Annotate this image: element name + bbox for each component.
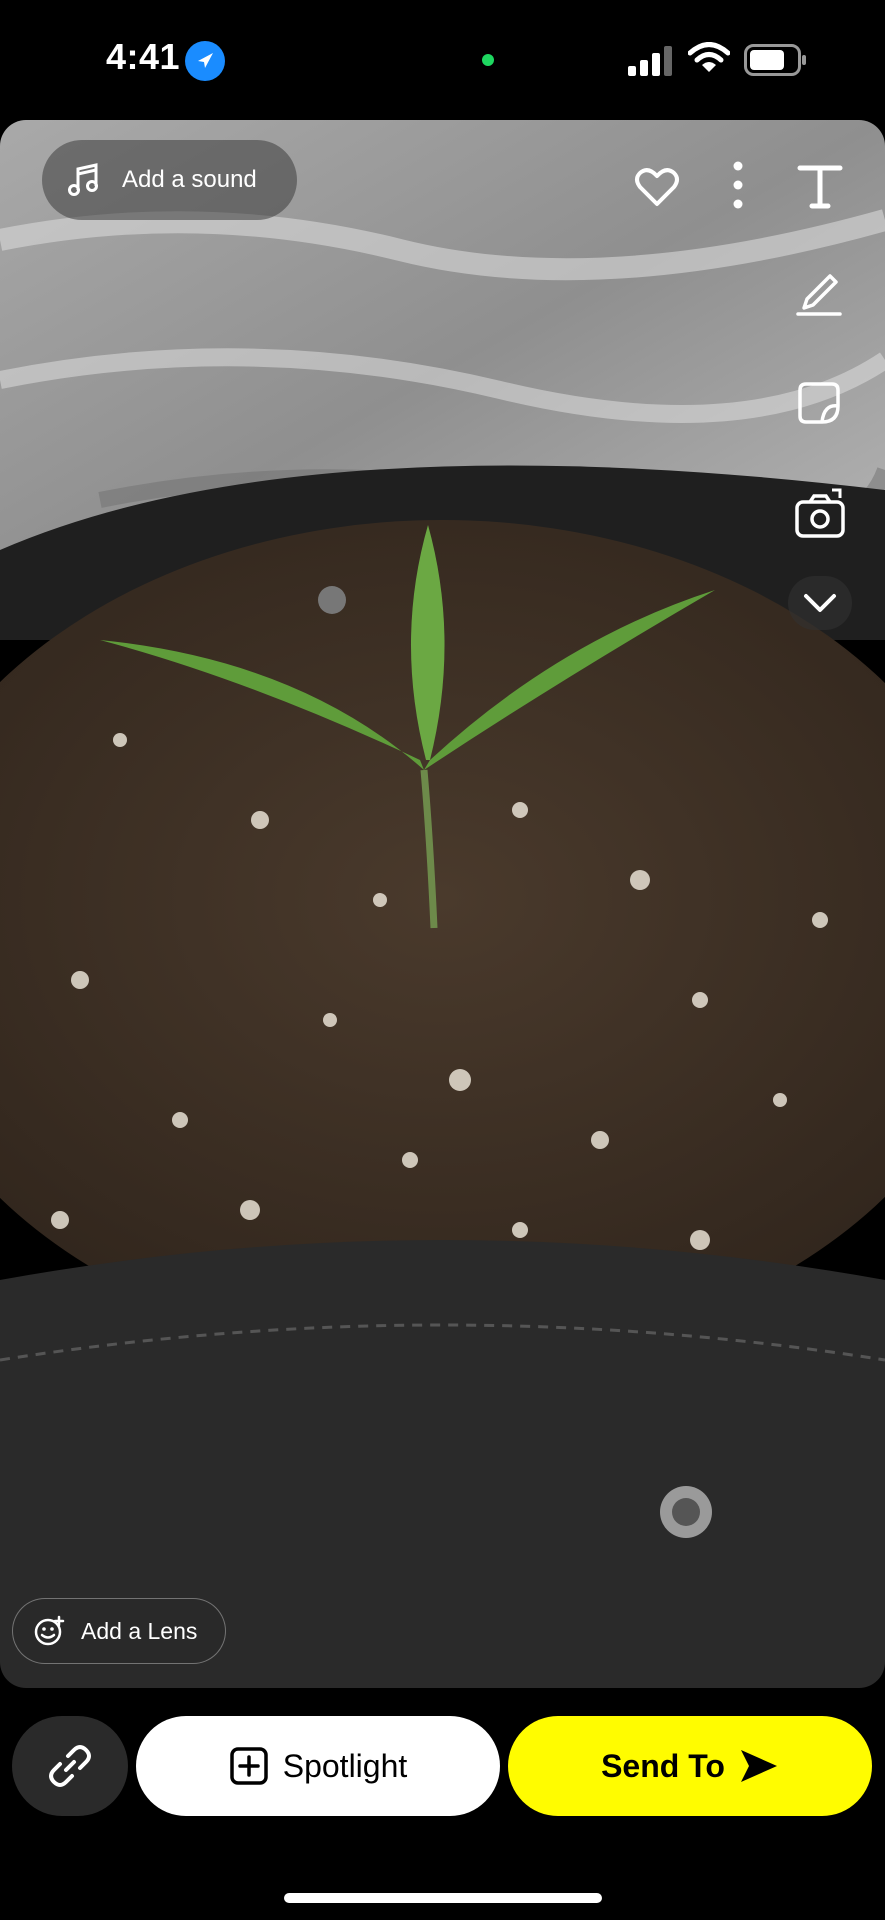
wifi-icon	[688, 42, 730, 72]
spotlight-label: Spotlight	[282, 1747, 408, 1784]
battery-icon	[744, 44, 806, 76]
add-lens-label: Add a Lens	[81, 1617, 198, 1644]
spotlight-button[interactable]: Spotlight	[136, 1716, 500, 1816]
status-bar: 4:41	[0, 0, 885, 120]
send-arrow-icon	[740, 1750, 777, 1782]
signal-icon	[628, 46, 672, 76]
status-time: 4:41	[106, 36, 181, 77]
add-sound-label: Add a sound	[122, 166, 257, 193]
heart-icon[interactable]	[632, 162, 682, 212]
location-arrow-icon	[185, 41, 225, 81]
music-note-icon	[68, 163, 98, 196]
home-indicator	[284, 1893, 602, 1903]
send-to-button[interactable]: Send To	[508, 1716, 872, 1816]
expand-tools-button[interactable]	[788, 576, 852, 630]
text-icon[interactable]	[792, 158, 848, 214]
sticker-icon[interactable]	[794, 378, 844, 428]
camera-preview[interactable]: Add a sound Add a Lens	[0, 120, 885, 1688]
add-lens-button[interactable]: Add a Lens	[12, 1598, 226, 1664]
plus-square-icon	[229, 1747, 268, 1785]
link-icon	[49, 1745, 91, 1787]
lens-smile-icon	[34, 1615, 65, 1646]
pencil-icon[interactable]	[794, 268, 844, 318]
add-sound-button[interactable]: Add a sound	[42, 140, 297, 220]
photo-seedling	[0, 120, 885, 1688]
more-vertical-icon[interactable]	[724, 158, 752, 212]
mic-indicator	[482, 54, 494, 66]
chevron-down-icon	[804, 594, 836, 612]
camera-flip-icon[interactable]	[792, 486, 848, 542]
link-button[interactable]	[12, 1716, 128, 1816]
send-to-label: Send To	[601, 1747, 725, 1784]
